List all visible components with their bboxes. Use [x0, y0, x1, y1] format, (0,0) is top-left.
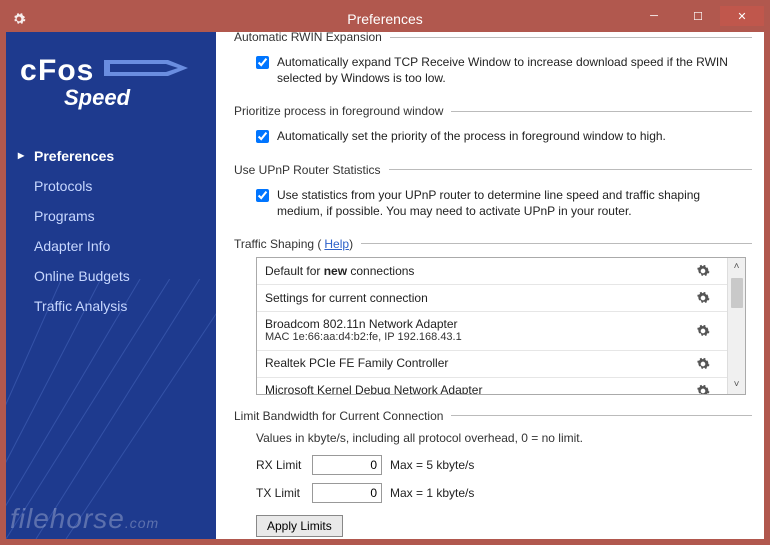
- gear-icon[interactable]: [695, 383, 711, 394]
- rx-limit-max: Max = 5 kbyte/s: [390, 458, 474, 472]
- gear-icon[interactable]: [695, 263, 711, 279]
- nav-item-protocols[interactable]: Protocols: [6, 171, 216, 201]
- apply-limits-button[interactable]: Apply Limits: [256, 515, 343, 537]
- maximize-button[interactable]: ☐: [676, 6, 720, 26]
- minimize-button[interactable]: ─: [632, 6, 676, 26]
- gear-icon[interactable]: [695, 323, 711, 339]
- foreground-checkbox[interactable]: [256, 130, 269, 143]
- rwin-checkbox[interactable]: [256, 56, 269, 69]
- foreground-checkbox-label: Automatically set the priority of the pr…: [277, 128, 666, 144]
- adapter-row-realtek[interactable]: Realtek PCIe FE Family Controller: [257, 350, 745, 377]
- tx-limit-label: TX Limit: [256, 486, 312, 500]
- adapter-row-default[interactable]: Default for new connections: [257, 258, 745, 284]
- app-logo: c Fos Speed: [6, 32, 216, 141]
- nav-item-preferences[interactable]: Preferences: [6, 141, 216, 171]
- section-foreground-title: Prioritize process in foreground window: [234, 104, 752, 118]
- adapter-listbox: Default for new connections Settings for…: [256, 257, 746, 395]
- section-shaping-title: Traffic Shaping (Help): [234, 237, 752, 251]
- section-bandwidth-title: Limit Bandwidth for Current Connection: [234, 409, 752, 423]
- app-window: Preferences ─ ☐ ✕ c Fos Speed Preference…: [0, 0, 770, 545]
- shaping-help-link[interactable]: Help: [324, 237, 349, 251]
- nav-item-adapter-info[interactable]: Adapter Info: [6, 231, 216, 261]
- svg-text:c: c: [20, 54, 38, 87]
- scroll-thumb[interactable]: [731, 278, 743, 308]
- close-button[interactable]: ✕: [720, 6, 764, 26]
- rx-limit-label: RX Limit: [256, 458, 312, 472]
- scroll-up-arrow-icon[interactable]: ˄: [728, 258, 745, 276]
- rwin-checkbox-label: Automatically expand TCP Receive Window …: [277, 54, 747, 86]
- adapter-row-mskdebug[interactable]: Microsoft Kernel Debug Network Adapter: [257, 377, 745, 394]
- window-controls: ─ ☐ ✕: [632, 6, 764, 26]
- svg-text:Fos: Fos: [38, 54, 94, 87]
- upnp-checkbox[interactable]: [256, 189, 269, 202]
- sidebar-decor-lines: [6, 279, 216, 539]
- gear-icon[interactable]: [695, 356, 711, 372]
- titlebar: Preferences ─ ☐ ✕: [6, 6, 764, 32]
- adapter-row-current[interactable]: Settings for current connection: [257, 284, 745, 311]
- section-rwin-title: Automatic RWIN Expansion: [234, 32, 752, 44]
- gear-icon[interactable]: [695, 290, 711, 306]
- adapter-row-broadcom[interactable]: Broadcom 802.11n Network AdapterMAC 1e:6…: [257, 311, 745, 350]
- tx-limit-input[interactable]: [312, 483, 382, 503]
- bandwidth-note: Values in kbyte/s, including all protoco…: [234, 429, 752, 451]
- section-upnp-title: Use UPnP Router Statistics: [234, 163, 752, 177]
- nav-item-programs[interactable]: Programs: [6, 201, 216, 231]
- svg-text:Speed: Speed: [64, 85, 131, 110]
- rx-limit-input[interactable]: [312, 455, 382, 475]
- upnp-checkbox-label: Use statistics from your UPnP router to …: [277, 187, 747, 219]
- scroll-down-arrow-icon[interactable]: ˅: [728, 376, 745, 394]
- app-gear-icon: [12, 12, 26, 26]
- window-title: Preferences: [347, 11, 422, 27]
- sidebar: c Fos Speed Preferences Protocols Progra…: [6, 32, 216, 539]
- adapter-scrollbar[interactable]: ˄ ˅: [727, 258, 745, 394]
- content-pane: Automatic RWIN Expansion Automatically e…: [216, 32, 764, 539]
- tx-limit-max: Max = 1 kbyte/s: [390, 486, 474, 500]
